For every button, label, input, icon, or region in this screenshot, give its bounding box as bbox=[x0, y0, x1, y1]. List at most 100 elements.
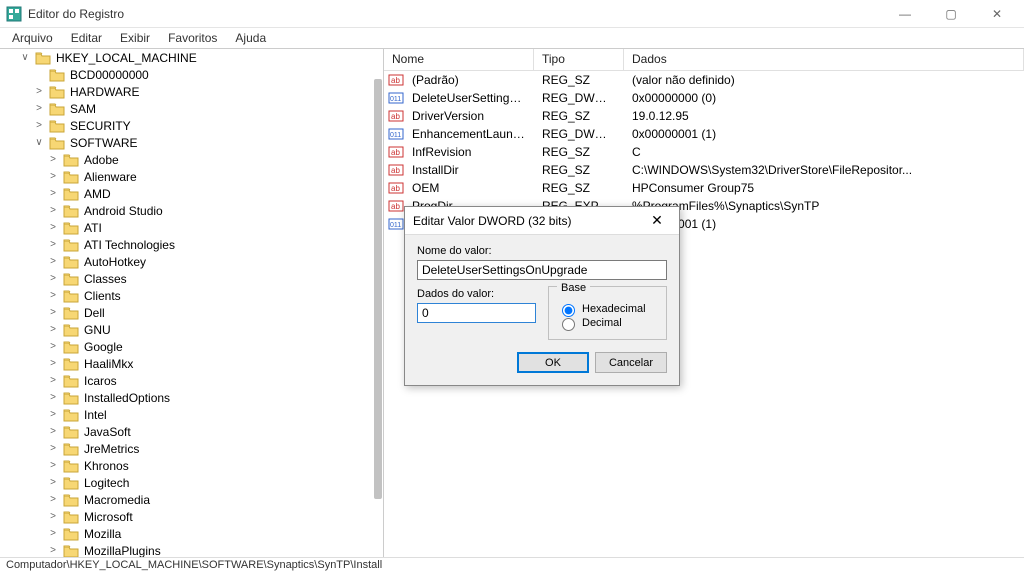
tree-node[interactable]: >JreMetrics bbox=[0, 440, 383, 457]
tree-node[interactable]: >Alienware bbox=[0, 168, 383, 185]
tree-toggle-icon[interactable]: > bbox=[46, 477, 60, 488]
window-title: Editor do Registro bbox=[28, 7, 882, 21]
tree-node[interactable]: >SECURITY bbox=[0, 117, 383, 134]
tree-toggle-icon[interactable]: > bbox=[46, 324, 60, 335]
value-row[interactable]: 011DeleteUserSettingsOnUpgradeREG_DWORD0… bbox=[384, 89, 1024, 107]
tree-node[interactable]: >Microsoft bbox=[0, 508, 383, 525]
tree-node[interactable]: ∨SOFTWARE bbox=[0, 134, 383, 151]
tree-node[interactable]: > SAM bbox=[0, 100, 383, 117]
col-header-data[interactable]: Dados bbox=[624, 49, 1024, 70]
tree-node[interactable]: >InstalledOptions bbox=[0, 389, 383, 406]
radio-hexadecimal-input[interactable] bbox=[562, 304, 575, 317]
tree-toggle-icon[interactable]: > bbox=[46, 256, 60, 267]
tree-toggle-icon[interactable]: > bbox=[46, 341, 60, 352]
dialog-close-button[interactable]: ✕ bbox=[643, 212, 671, 229]
menu-favoritos[interactable]: Favoritos bbox=[160, 30, 225, 46]
radio-hexadecimal[interactable]: Hexadecimal bbox=[557, 301, 658, 317]
tree-pane[interactable]: ∨HKEY_LOCAL_MACHINEBCD00000000>HARDWARE>… bbox=[0, 49, 384, 557]
tree-node[interactable]: > Clients bbox=[0, 287, 383, 304]
value-row[interactable]: abDriverVersionREG_SZ19.0.12.95 bbox=[384, 107, 1024, 125]
tree-toggle-icon[interactable]: > bbox=[46, 222, 60, 233]
value-row[interactable]: abOEMREG_SZHPConsumer Group75 bbox=[384, 179, 1024, 197]
tree-node-label: SAM bbox=[68, 102, 98, 116]
tree-node-label: HaaliMkx bbox=[82, 357, 135, 371]
tree-node-label: HARDWARE bbox=[68, 85, 142, 99]
radio-decimal[interactable]: Decimal bbox=[557, 315, 658, 331]
maximize-button[interactable]: ▢ bbox=[928, 0, 974, 28]
tree-toggle-icon[interactable]: > bbox=[46, 375, 60, 386]
tree-toggle-icon[interactable]: > bbox=[46, 154, 60, 165]
dialog-titlebar[interactable]: Editar Valor DWORD (32 bits) ✕ bbox=[405, 207, 679, 235]
value-data-label: Dados do valor: bbox=[417, 288, 536, 300]
scrollbar-thumb[interactable] bbox=[374, 79, 382, 499]
tree-toggle-icon[interactable]: > bbox=[46, 171, 60, 182]
close-button[interactable]: ✕ bbox=[974, 0, 1020, 28]
menu-exibir[interactable]: Exibir bbox=[112, 30, 158, 46]
col-header-type[interactable]: Tipo bbox=[534, 49, 624, 70]
value-row[interactable]: ab(Padrão)REG_SZ(valor não definido) bbox=[384, 71, 1024, 89]
ok-button[interactable]: OK bbox=[517, 352, 589, 373]
tree-node[interactable]: >ATI bbox=[0, 219, 383, 236]
value-name-cell: (Padrão) bbox=[404, 73, 534, 87]
tree-node[interactable]: >ATI Technologies bbox=[0, 236, 383, 253]
value-type-cell: REG_DWORD bbox=[534, 127, 624, 141]
tree-toggle-icon[interactable]: > bbox=[46, 205, 60, 216]
tree-toggle-icon[interactable]: > bbox=[46, 188, 60, 199]
tree-toggle-icon[interactable]: > bbox=[46, 545, 60, 556]
tree-toggle-icon[interactable]: > bbox=[46, 460, 60, 471]
tree-toggle-icon[interactable]: > bbox=[46, 443, 60, 454]
tree-node[interactable]: >Icaros bbox=[0, 372, 383, 389]
menu-arquivo[interactable]: Arquivo bbox=[4, 30, 61, 46]
tree-toggle-icon[interactable]: > bbox=[46, 358, 60, 369]
value-data-input[interactable] bbox=[417, 303, 536, 323]
tree-toggle-icon[interactable]: > bbox=[32, 120, 46, 131]
tree-node[interactable]: >AutoHotkey bbox=[0, 253, 383, 270]
value-data-cell: 0x00000001 (1) bbox=[624, 127, 1024, 141]
tree-node[interactable]: >Google bbox=[0, 338, 383, 355]
tree-node[interactable]: > HaaliMkx bbox=[0, 355, 383, 372]
menu-editar[interactable]: Editar bbox=[63, 30, 110, 46]
tree-node[interactable]: BCD00000000 bbox=[0, 66, 383, 83]
tree-node[interactable]: > HARDWARE bbox=[0, 83, 383, 100]
tree-toggle-icon[interactable]: > bbox=[46, 392, 60, 403]
tree-toggle-icon[interactable]: > bbox=[32, 86, 46, 97]
tree-node-label: Clients bbox=[82, 289, 123, 303]
tree-node[interactable]: > Dell bbox=[0, 304, 383, 321]
tree-node[interactable]: >MozillaPlugins bbox=[0, 542, 383, 557]
tree-node[interactable]: >Mozilla bbox=[0, 525, 383, 542]
tree-toggle-icon[interactable]: > bbox=[46, 273, 60, 284]
menu-ajuda[interactable]: Ajuda bbox=[227, 30, 274, 46]
tree-node[interactable]: >JavaSoft bbox=[0, 423, 383, 440]
tree-toggle-icon[interactable]: > bbox=[46, 307, 60, 318]
tree-node[interactable]: >Khronos bbox=[0, 457, 383, 474]
tree-toggle-icon[interactable]: ∨ bbox=[32, 137, 46, 148]
tree-node[interactable]: >AMD bbox=[0, 185, 383, 202]
tree-toggle-icon[interactable]: > bbox=[46, 528, 60, 539]
tree-node[interactable]: >Macromedia bbox=[0, 491, 383, 508]
tree-toggle-icon[interactable]: > bbox=[46, 409, 60, 420]
value-row[interactable]: abInstallDirREG_SZC:\WINDOWS\System32\Dr… bbox=[384, 161, 1024, 179]
tree-toggle-icon[interactable]: > bbox=[46, 426, 60, 437]
cancel-button[interactable]: Cancelar bbox=[595, 352, 667, 373]
tree-toggle-icon[interactable]: > bbox=[46, 494, 60, 505]
tree-node[interactable]: >Adobe bbox=[0, 151, 383, 168]
tree-node[interactable]: >Classes bbox=[0, 270, 383, 287]
tree-toggle-icon[interactable]: ∨ bbox=[18, 52, 32, 63]
tree-toggle-icon[interactable]: > bbox=[32, 103, 46, 114]
value-name-input[interactable] bbox=[417, 260, 667, 280]
tree-toggle-icon[interactable]: > bbox=[46, 239, 60, 250]
tree-node[interactable]: >Intel bbox=[0, 406, 383, 423]
tree-node[interactable]: >Android Studio bbox=[0, 202, 383, 219]
minimize-button[interactable]: — bbox=[882, 0, 928, 28]
tree-node[interactable]: >GNU bbox=[0, 321, 383, 338]
radio-decimal-input[interactable] bbox=[562, 318, 575, 331]
value-row[interactable]: 011EnhancementLaunchModeREG_DWORD0x00000… bbox=[384, 125, 1024, 143]
col-header-name[interactable]: Nome bbox=[384, 49, 534, 70]
tree-node-label: Dell bbox=[82, 306, 107, 320]
value-name-cell: DriverVersion bbox=[404, 109, 534, 123]
tree-node[interactable]: ∨HKEY_LOCAL_MACHINE bbox=[0, 49, 383, 66]
tree-node[interactable]: >Logitech bbox=[0, 474, 383, 491]
tree-toggle-icon[interactable]: > bbox=[46, 290, 60, 301]
value-row[interactable]: abInfRevisionREG_SZC bbox=[384, 143, 1024, 161]
tree-toggle-icon[interactable]: > bbox=[46, 511, 60, 522]
